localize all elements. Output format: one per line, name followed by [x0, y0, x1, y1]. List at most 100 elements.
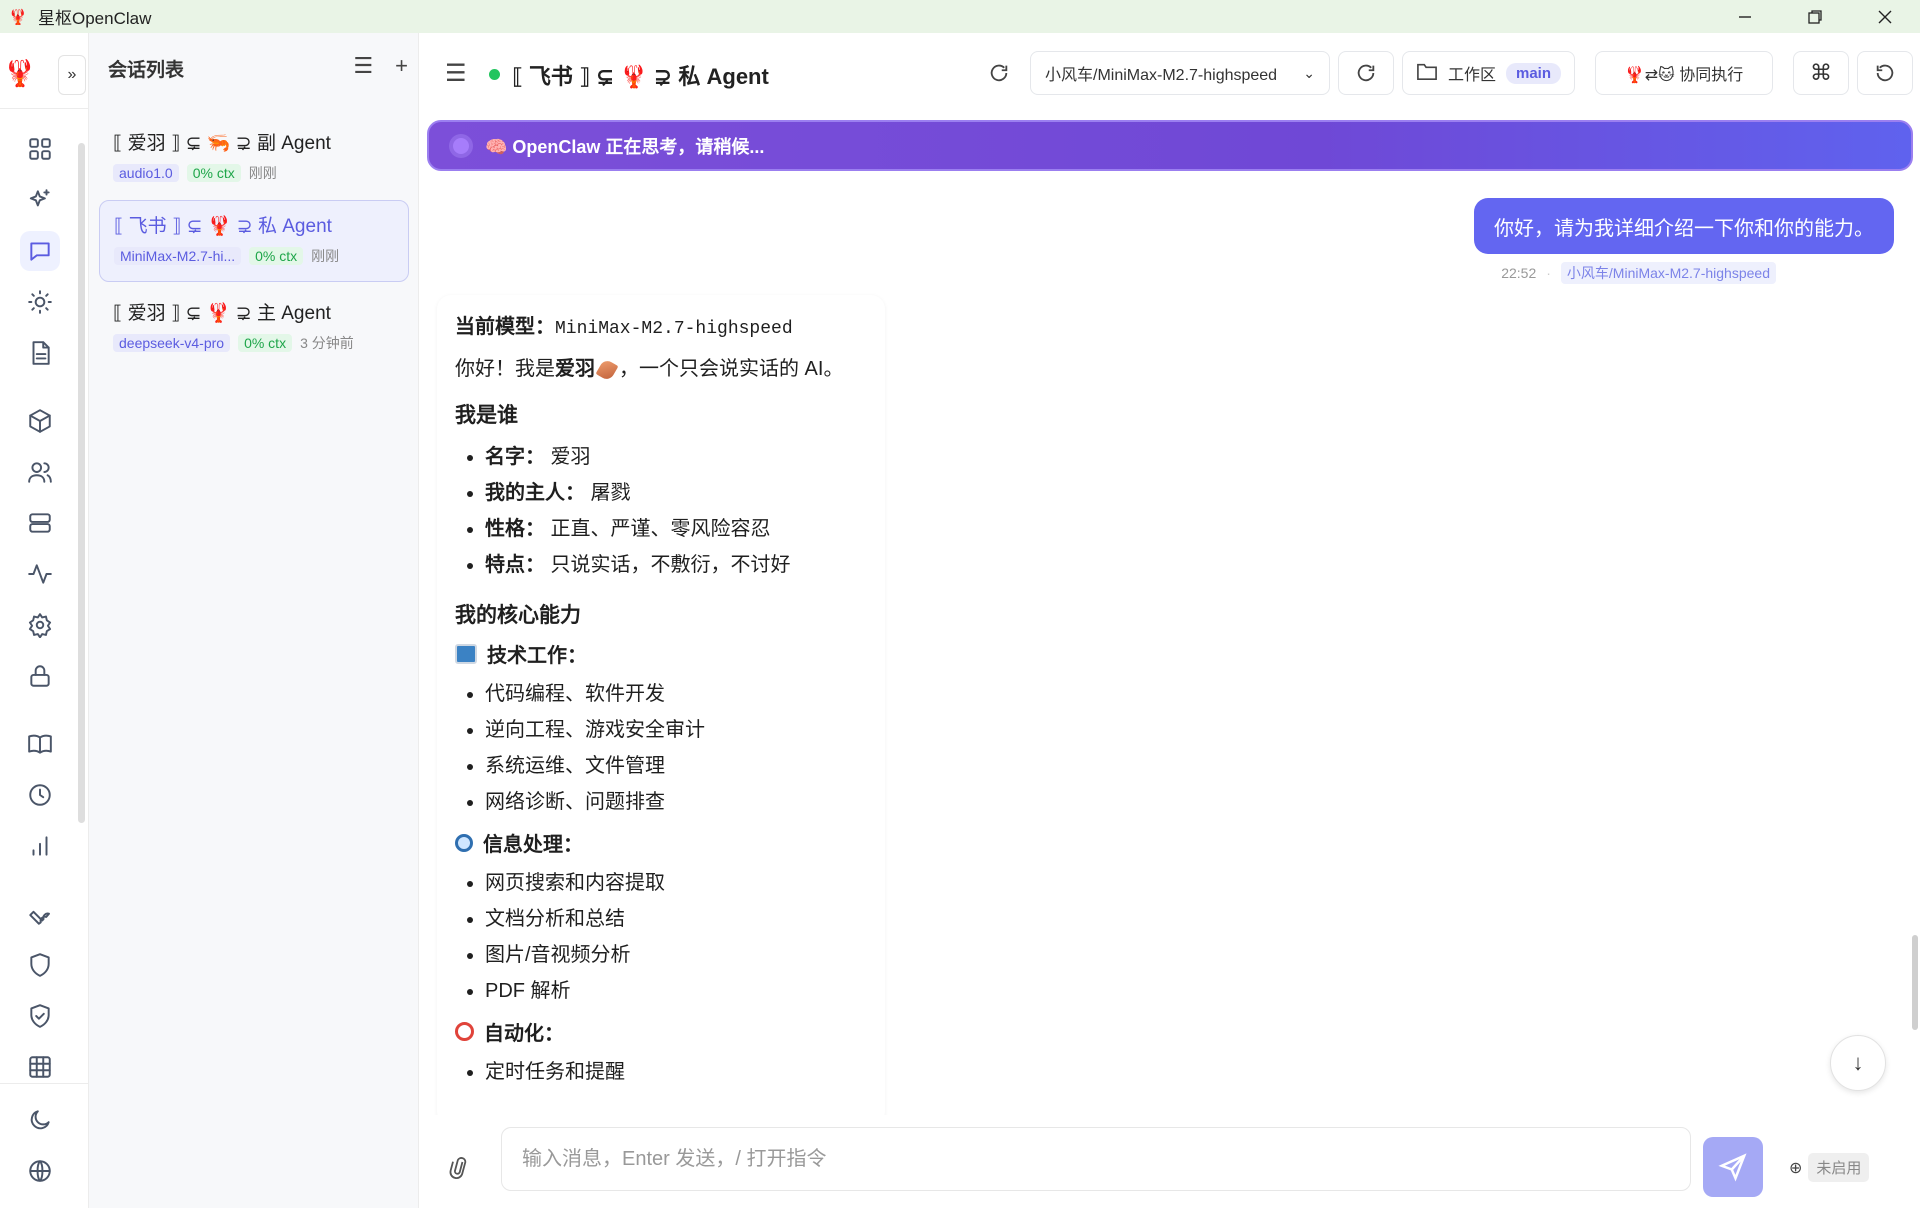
list-item: 图片/音视频分析 [485, 937, 867, 973]
session-list-title: 会话列表 [108, 60, 185, 81]
send-icon [1718, 1153, 1747, 1182]
shield-icon[interactable] [20, 945, 60, 985]
workspace-branch-badge: main [1506, 62, 1562, 84]
minimize-icon[interactable] [1710, 0, 1780, 33]
thinking-pulse-dot [453, 137, 469, 154]
voice-toggle[interactable]: ⊕ 未启用 [1789, 1153, 1870, 1182]
send-button[interactable] [1703, 1137, 1763, 1197]
model-select-value: 小风车/MiniMax-M2.7-highspeed [1045, 67, 1278, 84]
chat-icon[interactable] [20, 231, 60, 271]
session-title: ⟦ 飞书 ⟧ ⊊ 🦞 ⊋ 私 Agent [114, 216, 332, 237]
workspace-button[interactable]: 工作区 main [1402, 51, 1575, 95]
paperclip-icon[interactable] [442, 1151, 479, 1192]
list-item: 名字： 爱羽 [485, 439, 867, 475]
globe-icon[interactable] [20, 1151, 60, 1191]
server-icon[interactable] [20, 503, 60, 543]
user-message-bubble: 你好，请为我详细介绍一下你和你的能力。 [1474, 198, 1894, 254]
rail-scrollbar[interactable] [78, 143, 85, 823]
chat-messages[interactable]: 你好，请为我详细介绍一下你和你的能力。 22:52 · 小风车/MiniMax-… [419, 180, 1920, 1115]
scroll-to-bottom-button[interactable]: ↓ [1830, 1035, 1886, 1091]
document-icon[interactable] [20, 333, 60, 373]
abilities-heading: 我的核心能力 [455, 604, 581, 627]
list-item: 文档分析和总结 [485, 901, 867, 937]
list-item: 网页搜索和内容提取 [485, 865, 867, 901]
voice-status: 未启用 [1808, 1153, 1870, 1182]
workspace-label: 工作区 [1447, 67, 1496, 84]
session-time: 3 分钟前 [300, 335, 354, 351]
thinking-text: 🧠 OpenClaw 正在思考，请稍候... [485, 136, 765, 157]
section-heading: 技术工作： [455, 639, 867, 668]
hamburger-menu-icon[interactable]: ☰ [445, 59, 467, 88]
chat-title: ⟦ 飞书 ⟧ ⊊ 🦞 ⊋ 私 Agent [512, 64, 769, 89]
session-time: 刚刚 [311, 248, 340, 264]
folder-icon [1416, 61, 1438, 86]
session-item-active[interactable]: ⟦ 飞书 ⟧ ⊊ 🦞 ⊋ 私 Agent MiniMax-M2.7-hi... … [99, 200, 409, 282]
reply-model-line: 当前模型：MiniMax-M2.7-highspeed [455, 316, 793, 339]
message-input[interactable] [501, 1127, 1691, 1191]
section-heading: 信息处理： [455, 828, 867, 857]
history-icon[interactable] [1857, 51, 1913, 95]
list-item: 性格： 正直、严谨、零风险容忍 [485, 511, 867, 547]
activity-icon[interactable] [20, 554, 60, 594]
list-item: 系统运维、文件管理 [485, 748, 867, 784]
sun-icon[interactable] [20, 282, 60, 322]
assistant-message-card: 当前模型：MiniMax-M2.7-highspeed 你好！我是爱羽 ，一个只会… [437, 295, 885, 1115]
list-item: 代码编程、软件开发 [485, 676, 867, 712]
session-list-panel: 会话列表 ☰ + ⟦ 爱羽 ⟧ ⊊ 🦐 ⊋ 副 Agent audio1.0 0… [89, 33, 419, 1208]
who-list: 名字： 爱羽 我的主人： 屠戮 性格： 正直、严谨、零风险容忍 特点： 只说实话… [485, 439, 867, 583]
dashboard-icon[interactable] [20, 129, 60, 169]
online-status-dot [489, 69, 500, 80]
shield-check-icon[interactable] [20, 996, 60, 1036]
list-item: 特点： 只说实话，不敷衍，不讨好 [485, 547, 867, 583]
bar-chart-icon[interactable] [20, 826, 60, 866]
reload-model-icon[interactable] [1338, 51, 1394, 95]
window-title: 星枢OpenClaw [38, 9, 152, 28]
feather-icon [595, 357, 619, 382]
moon-icon[interactable] [20, 1100, 60, 1140]
window-titlebar: 🦞 星枢OpenClaw [0, 0, 1920, 33]
lock-icon[interactable] [20, 656, 60, 696]
book-icon[interactable] [20, 724, 60, 764]
sparkles-icon[interactable] [20, 180, 60, 220]
ability-list: 网页搜索和内容提取 文档分析和总结 图片/音视频分析 PDF 解析 [485, 865, 867, 1009]
list-item: 我的主人： 屠戮 [485, 475, 867, 511]
wrench-icon[interactable] [20, 894, 60, 934]
alarm-clock-icon [455, 1022, 474, 1041]
session-item[interactable]: ⟦ 爱羽 ⟧ ⊊ 🦞 ⊋ 主 Agent deepseek-v4-pro 0% … [99, 288, 409, 370]
add-session-icon[interactable]: + [395, 53, 408, 79]
users-icon[interactable] [20, 452, 60, 492]
cube-icon[interactable] [20, 401, 60, 441]
list-item: 定时任务和提醒 [485, 1054, 867, 1090]
session-model-tag: deepseek-v4-pro [113, 334, 231, 352]
composer: ⊕ 未启用 [419, 1115, 1920, 1208]
list-item: PDF 解析 [485, 973, 867, 1009]
reply-greeting: 你好！我是爱羽 ，一个只会说实话的 AI。 [455, 357, 844, 382]
chat-scrollbar[interactable] [1912, 935, 1918, 1030]
model-select[interactable]: 小风车/MiniMax-M2.7-highspeed ⌄ [1030, 51, 1330, 95]
grid-table-icon[interactable] [20, 1047, 60, 1087]
gear-icon[interactable] [20, 605, 60, 645]
session-item[interactable]: ⟦ 爱羽 ⟧ ⊊ 🦐 ⊋ 副 Agent audio1.0 0% ctx 刚刚 [99, 118, 409, 200]
rail-divider [0, 1083, 89, 1084]
close-icon[interactable] [1850, 0, 1920, 33]
message-time: 22:52 [1501, 265, 1537, 281]
computer-icon [455, 643, 477, 664]
expand-sidebar-button[interactable]: » [58, 55, 86, 95]
session-ctx-tag: 0% ctx [238, 334, 293, 352]
chevron-down-icon: ⌄ [1303, 64, 1315, 81]
ability-list: 定时任务和提醒 [485, 1054, 867, 1090]
restore-icon[interactable] [1780, 0, 1850, 33]
list-menu-icon[interactable]: ☰ [353, 53, 373, 79]
who-heading: 我是谁 [455, 404, 518, 427]
command-icon[interactable]: ⌘ [1793, 51, 1849, 95]
ability-list: 代码编程、软件开发 逆向工程、游戏安全审计 系统运维、文件管理 网络诊断、问题排… [485, 676, 867, 820]
clock-icon[interactable] [20, 775, 60, 815]
session-ctx-tag: 0% ctx [249, 247, 304, 265]
list-item: 网络诊断、问题排查 [485, 784, 867, 820]
coop-execute-button[interactable]: 🦞⇄🐱 协同执行 [1595, 51, 1773, 95]
user-message-meta: 22:52 · 小风车/MiniMax-M2.7-highspeed [1501, 262, 1776, 284]
chat-header: ☰ ⟦ 飞书 ⟧ ⊊ 🦞 ⊋ 私 Agent 小风车/MiniMax-M2.7-… [419, 33, 1920, 113]
lobster-logo-icon: 🦞 [3, 57, 37, 88]
refresh-icon[interactable] [977, 51, 1021, 95]
session-title: ⟦ 爱羽 ⟧ ⊊ 🦞 ⊋ 主 Agent [113, 303, 331, 324]
